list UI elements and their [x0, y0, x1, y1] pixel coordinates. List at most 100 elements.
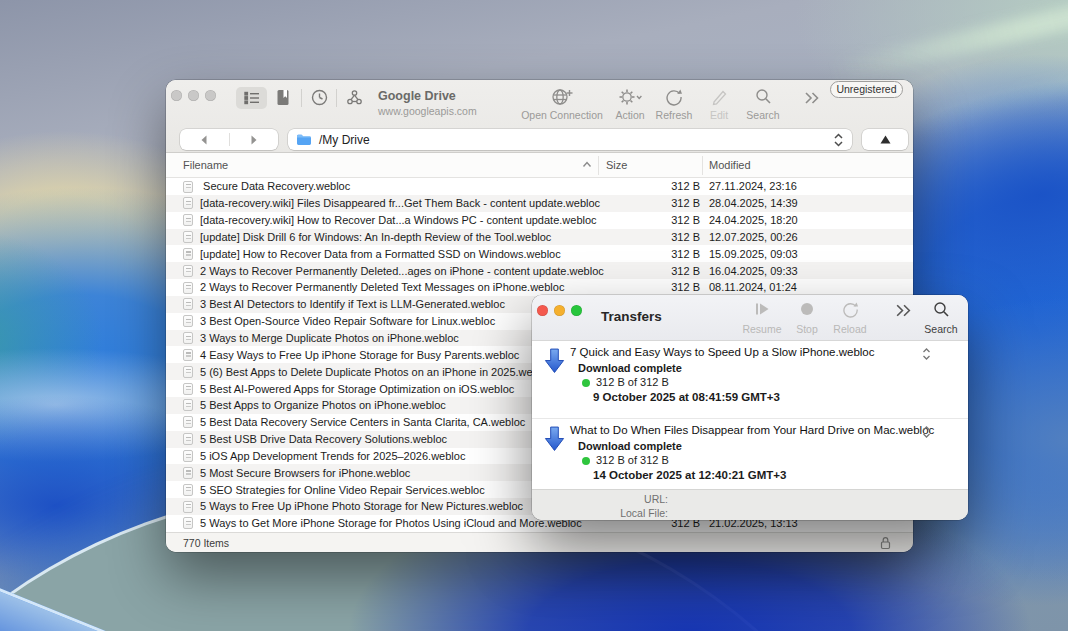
status-dot	[582, 379, 590, 387]
column-filename[interactable]: Filename	[183, 159, 228, 171]
nav-buttons	[180, 129, 278, 150]
file-size: 312 B	[671, 281, 700, 293]
toolbar-separator	[301, 89, 302, 107]
status-dot	[582, 457, 590, 465]
list-view-icon	[244, 91, 260, 105]
history-icon	[311, 89, 328, 106]
file-row[interactable]: [update] Disk Drill 6 for Windows: An In…	[166, 229, 913, 246]
file-name: 5 Best AI-Powered Apps for Storage Optim…	[200, 383, 514, 395]
file-row[interactable]: [data-recovery.wiki] Files Disappeared f…	[166, 195, 913, 212]
webloc-file-icon	[183, 248, 193, 260]
webloc-file-icon	[183, 467, 193, 479]
bookmarks-icon	[275, 89, 291, 106]
list-view-button[interactable]	[236, 87, 267, 109]
webloc-file-icon	[183, 366, 193, 378]
transfers-titlebar: Transfers Resume Stop Reload	[532, 295, 968, 341]
transfer-progress: 312 B of 312 B	[596, 454, 669, 466]
file-name: 5 Most Secure Browsers for iPhone.webloc	[200, 467, 410, 479]
file-name: 3 Best AI Detectors to Identify if Text …	[200, 298, 505, 310]
reload-button[interactable]: Reload	[823, 299, 877, 335]
file-row[interactable]: [data-recovery.wiki] How to Recover Dat.…	[166, 212, 913, 229]
file-modified: 16.04.2025, 09:33	[709, 265, 798, 277]
transfer-item[interactable]: 7 Quick and Easy Ways to Speed Up a Slow…	[532, 341, 968, 419]
transfer-timestamp: 14 October 2025 at 12:40:21 GMT+3	[593, 469, 786, 481]
file-size: 312 B	[671, 197, 700, 209]
file-name: 5 Best Apps to Organize Photos on iPhone…	[200, 399, 446, 411]
file-size: 312 B	[671, 180, 700, 192]
forward-button[interactable]	[230, 129, 279, 150]
transfer-filename: 7 Quick and Easy Ways to Speed Up a Slow…	[570, 346, 875, 358]
download-arrow-icon	[544, 347, 565, 379]
minimize-button[interactable]	[188, 90, 199, 101]
item-count: 770 Items	[183, 537, 229, 549]
webloc-file-icon	[183, 265, 193, 277]
search-button[interactable]: Search	[717, 87, 809, 121]
file-name: 5 Ways to Get More iPhone Storage for Ph…	[200, 517, 582, 529]
file-name: [update] How to Recover Data from a Form…	[200, 248, 561, 260]
transfer-progress: 312 B of 312 B	[596, 376, 669, 388]
file-name: [data-recovery.wiki] How to Recover Dat.…	[200, 214, 597, 226]
file-name: [data-recovery.wiki] Files Disappeared f…	[200, 197, 600, 209]
item-stepper-icon[interactable]	[922, 424, 931, 442]
toolbar-overflow-button[interactable]	[894, 303, 912, 322]
folder-icon	[296, 133, 312, 146]
webloc-file-icon	[183, 501, 193, 513]
history-button[interactable]	[311, 89, 328, 110]
webloc-file-icon	[183, 298, 193, 310]
search-button[interactable]: Search	[914, 299, 968, 335]
file-modified: 24.04.2025, 18:20	[709, 214, 798, 226]
file-name: 5 Best Data Recovery Service Centers in …	[200, 416, 525, 428]
file-name: 5 Ways to Free Up iPhone Photo Storage f…	[200, 500, 523, 512]
file-row[interactable]: [update] How to Recover Data from a Form…	[166, 245, 913, 262]
path-dropdown[interactable]: /My Drive	[288, 129, 852, 150]
column-divider[interactable]	[598, 156, 599, 175]
window-controls[interactable]	[537, 302, 588, 320]
toolbar-overflow-button[interactable]	[803, 91, 820, 109]
file-modified: 08.11.2024, 01:24	[709, 281, 797, 293]
column-modified[interactable]: Modified	[709, 159, 751, 171]
file-row[interactable]: 2 Ways to Recover Permanently Deleted...…	[166, 262, 913, 279]
window-controls[interactable]	[171, 87, 222, 105]
minimize-button[interactable]	[554, 305, 565, 316]
file-row[interactable]: Secure Data Recovery.webloc312 B27.11.20…	[166, 178, 913, 195]
transfers-footer: URL: Local File:	[532, 489, 968, 520]
file-name: [update] Disk Drill 6 for Windows: An In…	[200, 231, 551, 243]
window-title: Google Drive	[378, 89, 477, 103]
item-stepper-icon[interactable]	[922, 346, 931, 364]
sort-ascending-icon	[582, 161, 592, 168]
reload-icon	[842, 301, 859, 318]
path-bar: /My Drive	[166, 127, 913, 153]
transfer-item[interactable]: What to Do When Files Disappear from You…	[532, 419, 968, 497]
toolbar-separator	[336, 89, 337, 107]
back-button[interactable]	[180, 129, 229, 150]
webloc-file-icon	[183, 433, 193, 445]
globe-plus-icon	[551, 88, 573, 106]
transfer-filename: What to Do When Files Disappear from You…	[570, 424, 934, 436]
column-divider[interactable]	[702, 156, 703, 175]
search-icon	[755, 88, 772, 105]
resume-icon	[754, 301, 770, 317]
file-row[interactable]: 2 Ways to Recover Permanently Deleted Te…	[166, 279, 913, 296]
file-name: 4 Easy Ways to Free Up iPhone Storage fo…	[200, 349, 519, 361]
stop-icon	[800, 302, 814, 316]
zoom-button[interactable]	[571, 305, 582, 316]
file-name: 3 Ways to Merge Duplicate Photos on iPho…	[200, 332, 459, 344]
chevron-double-right-icon	[894, 303, 912, 318]
close-button[interactable]	[537, 305, 548, 316]
up-directory-button[interactable]	[862, 129, 908, 150]
webloc-file-icon	[183, 332, 193, 344]
transfer-list: 7 Quick and Easy Ways to Speed Up a Slow…	[532, 341, 968, 489]
dropdown-stepper-icon	[833, 133, 844, 147]
bookmarks-button[interactable]	[275, 89, 291, 110]
column-size[interactable]: Size	[606, 159, 627, 171]
back-icon	[199, 135, 209, 145]
zoom-button[interactable]	[205, 90, 216, 101]
unregistered-badge[interactable]: Unregistered	[830, 81, 903, 98]
webloc-file-icon	[183, 416, 193, 428]
webloc-file-icon	[183, 349, 193, 361]
file-size: 312 B	[671, 214, 700, 226]
lock-icon	[880, 536, 891, 552]
close-button[interactable]	[171, 90, 182, 101]
file-name: 5 (6) Best Apps to Delete Duplicate Phot…	[200, 366, 553, 378]
bonjour-button[interactable]	[346, 89, 363, 110]
